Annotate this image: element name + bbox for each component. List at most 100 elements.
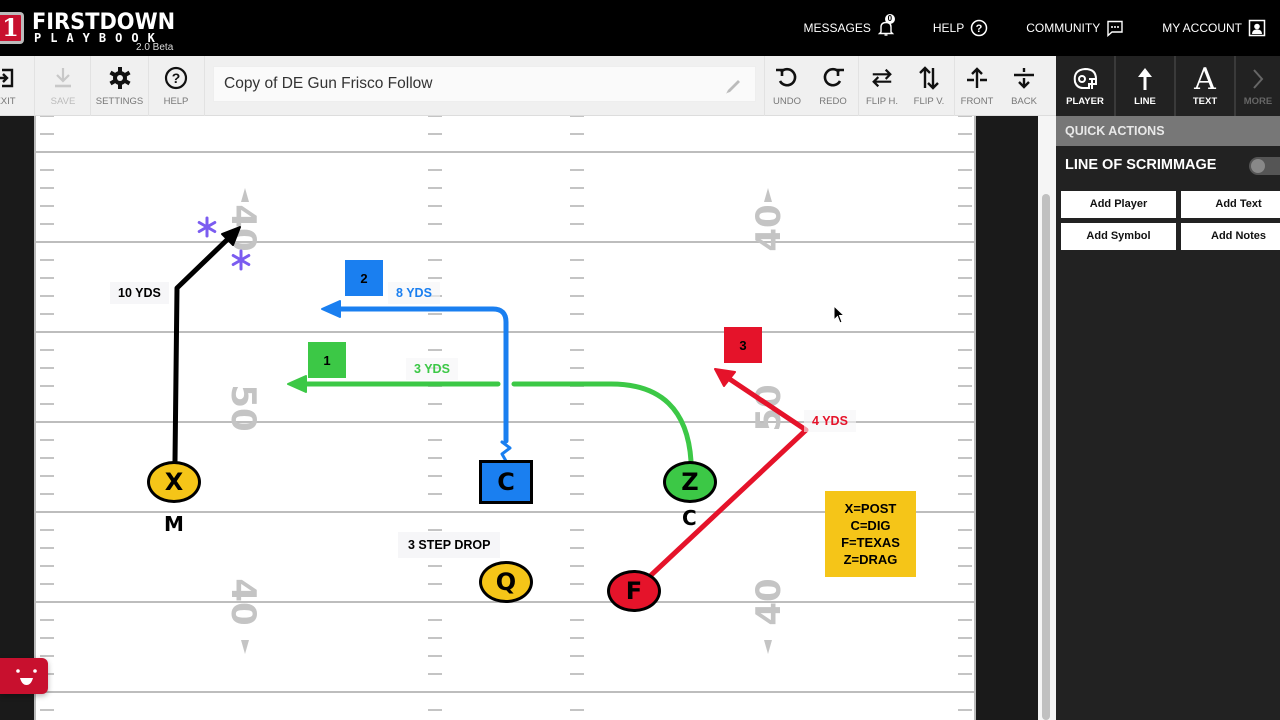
gear-icon [108, 66, 132, 90]
more-tools-button[interactable]: MORE [1236, 56, 1280, 116]
route-x-post[interactable] [172, 233, 234, 464]
text-tool-label: TEXT [1192, 96, 1218, 107]
route-label-3-yds[interactable]: 3 YDS [406, 358, 458, 380]
player-x-defender-label[interactable]: M [164, 512, 184, 536]
undo-label: UNDO [773, 95, 801, 107]
download-icon [51, 66, 75, 90]
player-z[interactable]: Z [663, 461, 717, 503]
yard-number-40-right: 40 [749, 204, 789, 251]
nav-messages[interactable]: MESSAGES 0 [803, 14, 895, 37]
chevron-right-icon [1244, 65, 1272, 93]
feedback-widget-button[interactable] [0, 658, 48, 694]
route-label-4-yds[interactable]: 4 YDS [804, 410, 856, 432]
player-tool-label: PLAYER [1066, 96, 1104, 107]
player-q[interactable]: Q [479, 561, 533, 603]
help-circle-icon: ? [970, 19, 988, 37]
player-label: F [625, 577, 643, 605]
separator [34, 56, 35, 116]
editor-toolbar: EXIT SAVE SETTINGS ? HELP Copy of DE Gun… [0, 56, 1056, 116]
yard-arrow [764, 188, 772, 202]
yard-number-40-right-bottom: 40 [749, 578, 789, 625]
add-notes-button[interactable]: Add Notes [1181, 223, 1280, 250]
separator [148, 56, 149, 116]
settings-button[interactable]: SETTINGS [92, 56, 147, 116]
play-name-value: Copy of DE Gun Frisco Follow [224, 75, 433, 92]
play-name-input[interactable]: Copy of DE Gun Frisco Follow [213, 66, 756, 102]
bell-icon: 0 [877, 14, 895, 37]
send-back-button[interactable]: BACK [1000, 56, 1048, 116]
line-of-scrimmage-toggle[interactable] [1249, 157, 1280, 175]
player-x[interactable]: X [147, 461, 201, 503]
help-circle-icon: ? [164, 66, 188, 90]
add-symbol-button[interactable]: Add Symbol [1061, 223, 1176, 250]
bring-front-button[interactable]: FRONT [954, 56, 1000, 116]
asterisk-symbol[interactable] [197, 216, 217, 238]
help-label: HELP [163, 95, 189, 107]
route-tag-2[interactable]: 2 [345, 260, 383, 296]
separator [90, 56, 91, 116]
yard-number-40-left-bottom: 40 [223, 578, 263, 625]
route-label-8-yds[interactable]: 8 YDS [388, 282, 440, 304]
save-button[interactable]: SAVE [36, 56, 90, 116]
smiley-icon [16, 669, 37, 685]
help-button[interactable]: ? HELP [150, 56, 202, 116]
messages-count-badge: 0 [884, 14, 895, 24]
route-label-10-yds[interactable]: 10 YDS [110, 282, 169, 304]
nav-my-account-label: MY ACCOUNT [1162, 21, 1242, 35]
asterisk-symbol[interactable] [231, 249, 251, 271]
undo-icon [775, 66, 799, 90]
player-z-defender-label[interactable]: C [682, 506, 697, 530]
route-tag-3[interactable]: 3 [724, 327, 762, 363]
flip-vertical-button[interactable]: FLIP V. [906, 56, 952, 116]
add-player-button[interactable]: Add Player [1061, 191, 1176, 218]
route-tag-1[interactable]: 1 [308, 342, 346, 378]
undo-button[interactable]: UNDO [764, 56, 810, 116]
redo-button[interactable]: REDO [810, 56, 856, 116]
yard-number-50-left: 50 [223, 384, 263, 431]
version-label: 2.0 Beta [136, 42, 174, 53]
nav-messages-label: MESSAGES [803, 21, 871, 35]
player-tool-button[interactable]: PLAYER [1056, 56, 1116, 116]
route-c-arrowhead [321, 300, 341, 318]
redo-label: REDO [819, 95, 847, 107]
play-notes[interactable]: X=POST C=DIG F=TEXAS Z=DRAG [825, 491, 916, 577]
separator [204, 56, 205, 116]
nav-my-account[interactable]: MY ACCOUNT [1162, 19, 1266, 37]
flip-vertical-icon [917, 65, 941, 90]
line-tool-button[interactable]: LINE [1116, 56, 1176, 116]
helmet-icon [1071, 65, 1099, 93]
route-c-zigzag[interactable] [500, 440, 512, 463]
quick-actions-title: QUICK ACTIONS [1056, 116, 1280, 146]
line-of-scrimmage-label: LINE OF SCRIMMAGE [1065, 157, 1217, 173]
quick-actions-grid: Add Player Add Text Add Symbol Add Notes [1061, 191, 1280, 250]
bring-front-icon [965, 66, 989, 90]
add-text-button[interactable]: Add Text [1181, 191, 1280, 218]
line-of-scrimmage-row: LINE OF SCRIMMAGE [1056, 146, 1280, 184]
logo-mark: 1 [0, 12, 24, 44]
canvas-left-gutter [0, 116, 34, 720]
flip-horizontal-button[interactable]: FLIP H. [858, 56, 906, 116]
pencil-icon[interactable] [723, 75, 743, 95]
canvas-scrollbar-thumb[interactable] [1042, 194, 1050, 720]
quick-actions-panel: QUICK ACTIONS LINE OF SCRIMMAGE Add Play… [1056, 116, 1280, 720]
route-label-text: 3 STEP DROP [408, 538, 491, 552]
yard-arrow [241, 640, 249, 654]
route-z-arrowhead [287, 375, 307, 393]
player-c[interactable]: C [479, 460, 533, 504]
text-tool-button[interactable]: A TEXT [1176, 56, 1236, 116]
route-label-3-step-drop[interactable]: 3 STEP DROP [398, 532, 501, 558]
exit-label: EXIT [0, 95, 16, 107]
exit-icon [0, 66, 17, 90]
player-f[interactable]: F [607, 570, 661, 612]
line-tool-label: LINE [1134, 96, 1156, 107]
top-nav: MESSAGES 0 HELP ? COMMUNITY MY ACCOUNT [803, 0, 1280, 56]
play-canvas[interactable]: 40 50 40 40 50 40 10 YDS 8 YDS 3 YDS 4 Y… [34, 116, 976, 720]
nav-help[interactable]: HELP ? [933, 19, 988, 37]
svg-text:?: ? [976, 23, 983, 35]
note-line: C=DIG [850, 518, 891, 533]
nav-community[interactable]: COMMUNITY [1026, 19, 1124, 38]
exit-button[interactable]: EXIT [0, 56, 20, 116]
nav-help-label: HELP [932, 21, 965, 35]
note-line: F=TEXAS [841, 535, 900, 550]
player-label: Z [681, 468, 699, 496]
